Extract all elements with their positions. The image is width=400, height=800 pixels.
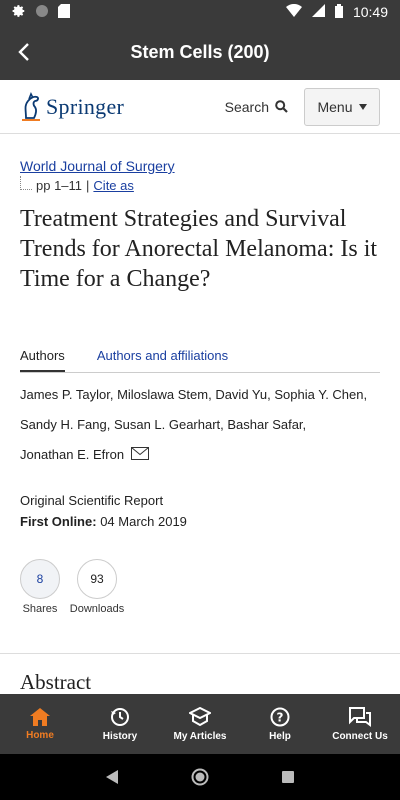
app-bar-title: Stem Cells (200) (130, 41, 270, 62)
wifi-icon (285, 3, 302, 20)
article-title: Treatment Strategies and Survival Trends… (20, 206, 378, 292)
shares-count: 8 (20, 559, 60, 599)
report-type: Original Scientific Report (20, 493, 164, 508)
sd-card-icon (58, 3, 70, 21)
back-arrow-icon (18, 43, 29, 61)
springer-header: Springer Search Menu (0, 80, 400, 134)
chat-icon (349, 706, 371, 727)
nav-history-label: History (102, 730, 138, 742)
first-online: First Online: 04 March 2019 (20, 514, 187, 529)
shares-label: Shares (22, 603, 58, 615)
tab-authors[interactable]: Authors (20, 348, 65, 372)
journal-link[interactable]: World Journal of Surgery (20, 158, 175, 174)
settings-icon (12, 4, 26, 21)
signal-icon (311, 4, 325, 20)
nav-help[interactable]: ? Help (240, 694, 320, 754)
downloads-label: Downloads (69, 603, 125, 615)
system-navigation (0, 754, 400, 800)
tree-connector (20, 175, 32, 190)
search-label: Search (224, 98, 269, 115)
nav-connect-us-label: Connect Us (332, 730, 388, 742)
section-divider (0, 653, 400, 654)
bottom-navigation: Home History My Articles ? Help Connect … (0, 694, 400, 754)
back-triangle-icon (106, 770, 119, 784)
downloads-metric[interactable]: 93 Downloads (67, 559, 127, 615)
pages-row: pp 1–11 | Cite as (20, 175, 134, 193)
home-icon (30, 707, 50, 726)
my-articles-icon (189, 706, 211, 726)
article-content: World Journal of Surgery pp 1–11 | Cite … (0, 134, 400, 694)
authors-line: Sandy H. Fang, Susan L. Gearhart, Bashar… (20, 417, 307, 432)
springer-horse-icon (22, 91, 40, 121)
email-icon[interactable] (130, 441, 149, 471)
authors-line-last: Jonathan E. Efron (20, 440, 385, 471)
menu-label: Menu (317, 98, 353, 115)
search-icon (275, 100, 288, 113)
battery-icon (334, 3, 343, 21)
authors-line: James P. Taylor, Miloslawa Stem, David Y… (20, 387, 368, 402)
search-button[interactable]: Search (225, 99, 288, 115)
nav-home[interactable]: Home (0, 694, 80, 754)
status-time: 10:49 (352, 4, 388, 20)
shares-metric[interactable]: 8 Shares (10, 559, 70, 615)
nav-help-label: Help (269, 730, 291, 742)
nav-my-articles-label: My Articles (173, 730, 227, 742)
springer-logo-text: Springer (46, 93, 125, 119)
back-button[interactable] (0, 24, 48, 80)
abstract-heading: Abstract (20, 670, 92, 694)
status-bar: 10:49 (0, 0, 400, 24)
page-range: pp 1–11 (36, 178, 83, 193)
svg-text:?: ? (277, 710, 284, 724)
nav-my-articles[interactable]: My Articles (160, 694, 240, 754)
circle-status-icon (36, 4, 48, 20)
tab-authors-affiliations[interactable]: Authors and affiliations (97, 348, 228, 372)
first-online-date: 04 March 2019 (100, 514, 187, 529)
author-list: James P. Taylor, Miloslawa Stem, David Y… (20, 380, 385, 471)
system-home-button[interactable] (191, 768, 209, 786)
home-circle-icon (191, 768, 209, 786)
nav-home-label: Home (26, 729, 54, 741)
corresponding-author[interactable]: Jonathan E. Efron (20, 447, 124, 462)
nav-history[interactable]: History (80, 694, 160, 754)
separator: | (86, 178, 90, 193)
system-recents-button[interactable] (281, 771, 294, 783)
first-online-label: First Online: (20, 514, 97, 529)
system-back-button[interactable] (106, 770, 119, 784)
springer-logo[interactable]: Springer (20, 91, 125, 122)
history-icon (111, 707, 129, 726)
author-tabs: Authors Authors and affiliations (20, 348, 380, 373)
nav-connect-us[interactable]: Connect Us (320, 694, 400, 754)
help-icon: ? (270, 707, 290, 726)
cite-as-link[interactable]: Cite as (93, 178, 133, 193)
recents-square-icon (281, 771, 294, 783)
app-bar: Stem Cells (200) (0, 24, 400, 80)
downloads-count: 93 (77, 559, 117, 599)
menu-button[interactable]: Menu (304, 87, 380, 126)
dropdown-triangle-icon (358, 103, 367, 110)
